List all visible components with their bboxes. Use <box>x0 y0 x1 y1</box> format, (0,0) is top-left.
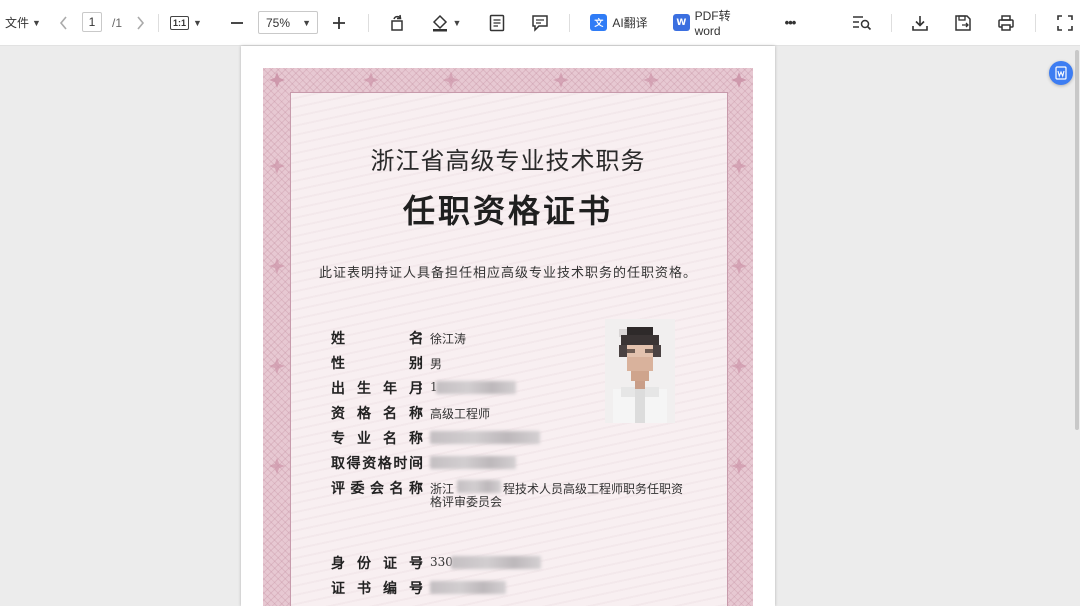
redacted-value <box>436 381 516 394</box>
ornament-icon <box>363 72 379 88</box>
word-icon: W <box>673 14 690 31</box>
fill-color-button[interactable]: ▼ <box>428 0 464 45</box>
field-colon: : <box>418 328 424 344</box>
field-colon: : <box>418 353 424 369</box>
field-label-gender: 性别 <box>331 356 423 372</box>
redacted-value <box>457 480 501 493</box>
zoom-select[interactable]: 75% ▼ <box>258 11 318 34</box>
field-label-qualification: 资格名称 <box>331 406 423 422</box>
printer-icon <box>998 14 1014 31</box>
divider <box>368 14 369 32</box>
ornament-icon <box>731 72 747 88</box>
ai-translate-button[interactable]: 文 AI翻译 <box>590 0 648 45</box>
field-value-committee-part2: 程技术人员高级工程师职务任职资 <box>503 482 684 496</box>
field-value-name: 徐江涛 <box>430 332 467 346</box>
save-as-button[interactable] <box>952 0 974 45</box>
page-view-button[interactable] <box>486 0 508 45</box>
previous-page-button[interactable] <box>55 0 73 45</box>
comment-button[interactable] <box>529 0 551 45</box>
field-label-birth: 出生年月 <box>331 381 423 397</box>
actual-size-button[interactable]: 1:1 ▼ <box>168 0 204 45</box>
more-button[interactable]: ••• <box>778 0 802 45</box>
word-doc-icon <box>1055 66 1067 80</box>
field-colon: : <box>418 403 424 419</box>
chevron-down-icon: ▼ <box>302 17 311 28</box>
ai-translate-label: AI翻译 <box>612 16 648 30</box>
file-menu[interactable]: 文件 ▼ <box>4 0 42 45</box>
certificate-title: 浙江省高级专业技术职务 <box>370 147 646 175</box>
pdf-to-word-label: PDF转word <box>694 9 731 38</box>
ornament-icon <box>731 458 747 474</box>
chevron-left-icon <box>59 15 67 30</box>
actual-size-icon: 1:1 <box>170 15 190 30</box>
print-button[interactable] <box>995 0 1017 45</box>
redacted-value <box>430 431 540 444</box>
find-text-icon <box>853 15 872 30</box>
plus-icon <box>333 16 345 29</box>
zoom-in-button[interactable] <box>329 0 349 45</box>
zoom-out-button[interactable] <box>227 0 247 45</box>
chevron-down-icon: ▼ <box>32 17 41 28</box>
ornament-icon <box>443 72 459 88</box>
divider <box>891 14 892 32</box>
fullscreen-button[interactable] <box>1054 0 1076 45</box>
divider <box>569 14 570 32</box>
field-colon: : <box>418 553 424 569</box>
vertical-scrollbar[interactable] <box>1075 50 1079 430</box>
next-page-button[interactable] <box>131 0 149 45</box>
translate-icon: 文 <box>590 14 608 31</box>
rotate-button[interactable] <box>386 0 408 45</box>
field-colon: : <box>418 578 424 594</box>
chevron-down-icon: ▼ <box>193 17 202 28</box>
download-button[interactable] <box>909 0 931 45</box>
paint-bucket-icon <box>432 14 447 31</box>
pdf-to-word-button[interactable]: W PDF转word <box>673 0 755 45</box>
field-colon: : <box>418 378 424 394</box>
ornament-icon <box>269 458 285 474</box>
redacted-value <box>430 456 516 469</box>
field-value-qualification: 高级工程师 <box>430 407 491 421</box>
field-colon: : <box>418 453 424 469</box>
divider <box>1035 14 1036 32</box>
download-icon <box>912 15 928 31</box>
expand-icon <box>1057 14 1073 31</box>
field-value-id: 330 <box>430 555 453 569</box>
field-label-date: 取得资格时间 <box>331 456 423 472</box>
zoom-level: 75% <box>266 15 291 30</box>
field-label-name: 姓名 <box>331 331 423 347</box>
field-colon: : <box>418 478 424 494</box>
certificate-heading: 任职资格证书 <box>402 192 613 230</box>
divider <box>158 14 159 32</box>
chevron-down-icon: ▼ <box>452 17 462 28</box>
holder-photo <box>605 319 675 423</box>
certificate-statement: 此证表明持证人具备担任相应高级专业技术职务的任职资格。 <box>318 266 697 281</box>
pdf-page: 浙江省高级专业技术职务 任职资格证书 此证表明持证人具备担任相应高级专业技术职务… <box>241 46 775 606</box>
field-value-gender: 男 <box>430 357 443 371</box>
word-convert-float-button[interactable] <box>1049 61 1073 85</box>
ornament-icon <box>731 358 747 374</box>
toolbar: 文件 ▼ 1 /1 1:1 ▼ 75% ▼ ▼ 文 AI翻译 W PDF转wor… <box>0 0 1080 46</box>
field-colon: : <box>418 428 424 444</box>
field-label-cert-no: 证书编号 <box>331 581 423 597</box>
find-button[interactable] <box>851 0 873 45</box>
document-icon <box>489 14 505 31</box>
ornament-icon <box>269 72 285 88</box>
page-number-input[interactable]: 1 <box>82 12 102 32</box>
redacted-value <box>430 581 506 594</box>
field-label-major: 专业名称 <box>331 431 423 447</box>
redacted-value <box>451 556 541 569</box>
chevron-right-icon <box>137 15 145 30</box>
rotate-icon <box>391 14 403 31</box>
comment-icon <box>532 14 548 32</box>
save-icon <box>955 14 971 31</box>
field-value-committee-line2: 格评审委员会 <box>430 495 503 509</box>
page-total: /1 <box>111 15 122 30</box>
minus-icon <box>231 21 243 24</box>
file-menu-label: 文件 <box>5 16 30 30</box>
ornament-icon <box>643 72 659 88</box>
field-label-id: 身份证号 <box>331 556 423 572</box>
ornament-icon <box>553 72 569 88</box>
field-label-committee: 评委会名称 <box>331 481 423 497</box>
ornament-icon <box>269 358 285 374</box>
